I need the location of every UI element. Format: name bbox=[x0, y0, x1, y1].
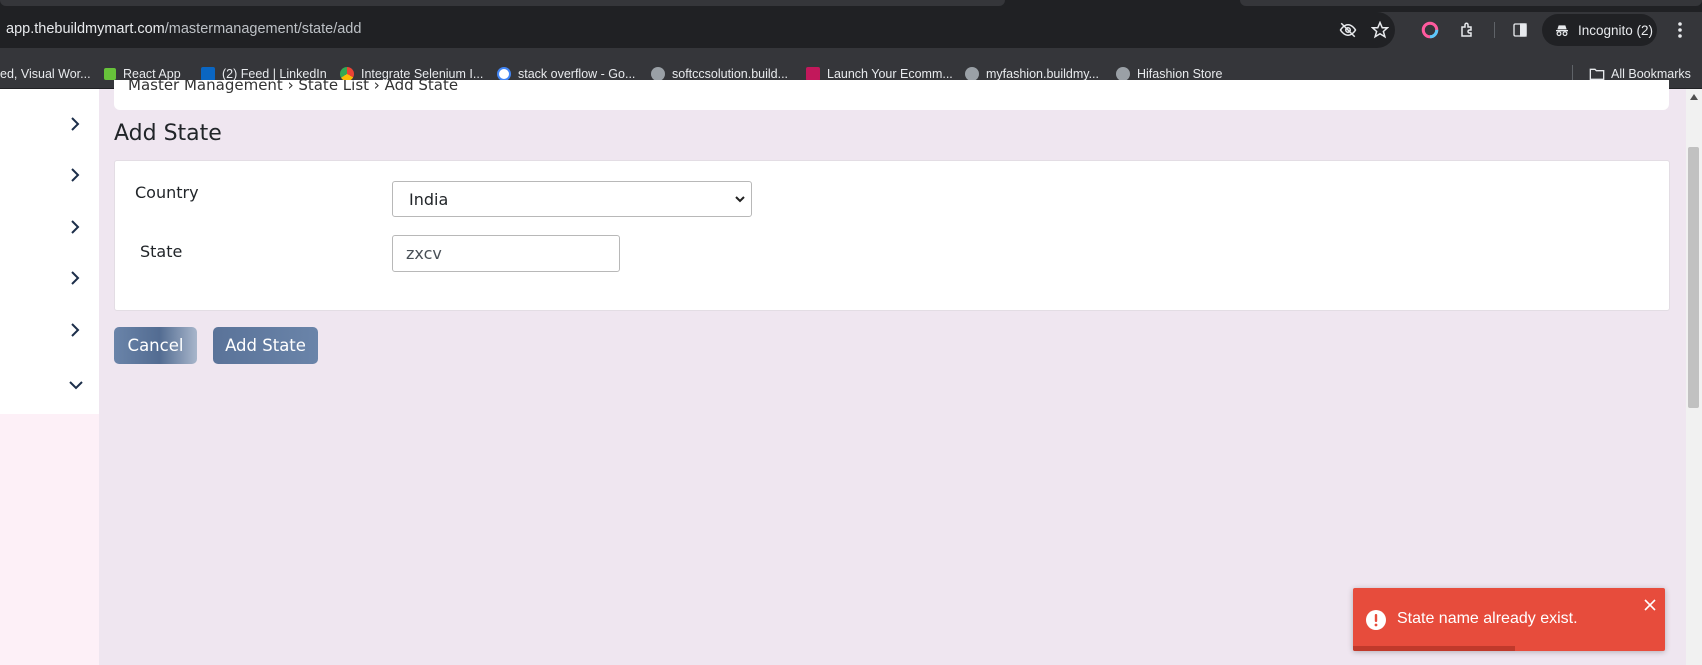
add-state-form: Country India State zxcv bbox=[114, 160, 1670, 311]
url-path: /mastermanagement/state/add bbox=[164, 21, 362, 37]
eye-off-icon[interactable] bbox=[1336, 18, 1360, 42]
country-select[interactable]: India bbox=[392, 181, 752, 217]
sidebar-menu bbox=[0, 89, 99, 414]
bookmark-label: stack overflow - Go... bbox=[518, 66, 636, 81]
extensions-icon[interactable] bbox=[1456, 18, 1480, 42]
chevron-right-icon[interactable] bbox=[66, 269, 84, 287]
store-icon bbox=[806, 66, 820, 81]
url-text[interactable]: app.thebuildmymart.com/mastermanagement/… bbox=[6, 21, 361, 37]
bookmark-item[interactable]: ed, Visual Wor... bbox=[0, 59, 91, 88]
chrome-icon bbox=[340, 66, 354, 81]
browser-toolbar: app.thebuildmymart.com/mastermanagement/… bbox=[0, 0, 1702, 59]
inactive-tab-edge[interactable] bbox=[1240, 0, 1702, 6]
bookmark-label: softccsolution.build... bbox=[672, 66, 789, 81]
bookmark-label: myfashion.buildmy... bbox=[986, 66, 1100, 81]
state-input[interactable]: zxcv bbox=[392, 235, 620, 272]
cancel-button[interactable]: Cancel bbox=[114, 327, 197, 364]
add-state-button[interactable]: Add State bbox=[213, 327, 318, 364]
more-menu-icon[interactable] bbox=[1668, 18, 1692, 42]
side-panel-icon[interactable] bbox=[1508, 18, 1532, 42]
google-icon bbox=[497, 66, 511, 81]
toast-message: State name already exist. bbox=[1397, 610, 1578, 627]
all-bookmarks-label: All Bookmarks bbox=[1611, 66, 1691, 81]
incognito-button[interactable]: Incognito (2) bbox=[1542, 14, 1657, 46]
chevron-right-icon[interactable] bbox=[66, 115, 84, 133]
active-tab-edge[interactable] bbox=[0, 0, 1005, 6]
tab-strip bbox=[0, 0, 1702, 12]
globe-icon bbox=[965, 66, 979, 81]
bookmark-label: ed, Visual Wor... bbox=[0, 66, 91, 81]
chevron-down-icon[interactable] bbox=[67, 376, 85, 394]
state-label: State bbox=[140, 242, 183, 261]
incognito-icon bbox=[1556, 25, 1568, 37]
incognito-label: Incognito (2) bbox=[1578, 22, 1654, 38]
scroll-up-icon[interactable] bbox=[1690, 94, 1698, 100]
url-host: app.thebuildmymart.com bbox=[6, 21, 165, 37]
scrollbar-thumb[interactable] bbox=[1688, 147, 1699, 408]
bookmark-label: Launch Your Ecomm... bbox=[827, 66, 953, 81]
globe-icon bbox=[1116, 66, 1130, 81]
linkedin-icon bbox=[201, 66, 215, 81]
chevron-right-icon[interactable] bbox=[66, 321, 84, 339]
country-label: Country bbox=[135, 183, 199, 202]
chevron-down-icon bbox=[735, 196, 745, 203]
breadcrumb-card: Master Management › State List › Add Sta… bbox=[114, 80, 1669, 110]
page-scrollbar[interactable] bbox=[1686, 89, 1702, 665]
chevron-right-icon[interactable] bbox=[66, 218, 84, 236]
star-icon[interactable] bbox=[1368, 18, 1392, 42]
state-input-value: zxcv bbox=[406, 244, 442, 263]
toolbar-separator bbox=[1494, 22, 1495, 38]
bookmark-label: React App bbox=[123, 66, 181, 81]
color-extension-icon[interactable] bbox=[1418, 18, 1442, 42]
close-icon[interactable] bbox=[1644, 599, 1656, 611]
breadcrumb[interactable]: Master Management › State List › Add Sta… bbox=[128, 80, 458, 94]
error-toast[interactable]: State name already exist. bbox=[1353, 588, 1665, 651]
react-icon bbox=[104, 67, 116, 80]
bookmark-label: (2) Feed | LinkedIn bbox=[222, 66, 327, 81]
chevron-right-icon[interactable] bbox=[66, 166, 84, 184]
bookmark-label: Hifashion Store bbox=[1137, 66, 1223, 81]
globe-icon bbox=[651, 66, 665, 81]
page-title: Add State bbox=[114, 121, 222, 146]
error-icon bbox=[1366, 610, 1386, 630]
country-selected-value: India bbox=[409, 189, 449, 209]
toast-progress-bar bbox=[1353, 646, 1516, 651]
bookmark-label: Integrate Selenium I... bbox=[361, 66, 484, 81]
folder-icon bbox=[1589, 68, 1605, 80]
